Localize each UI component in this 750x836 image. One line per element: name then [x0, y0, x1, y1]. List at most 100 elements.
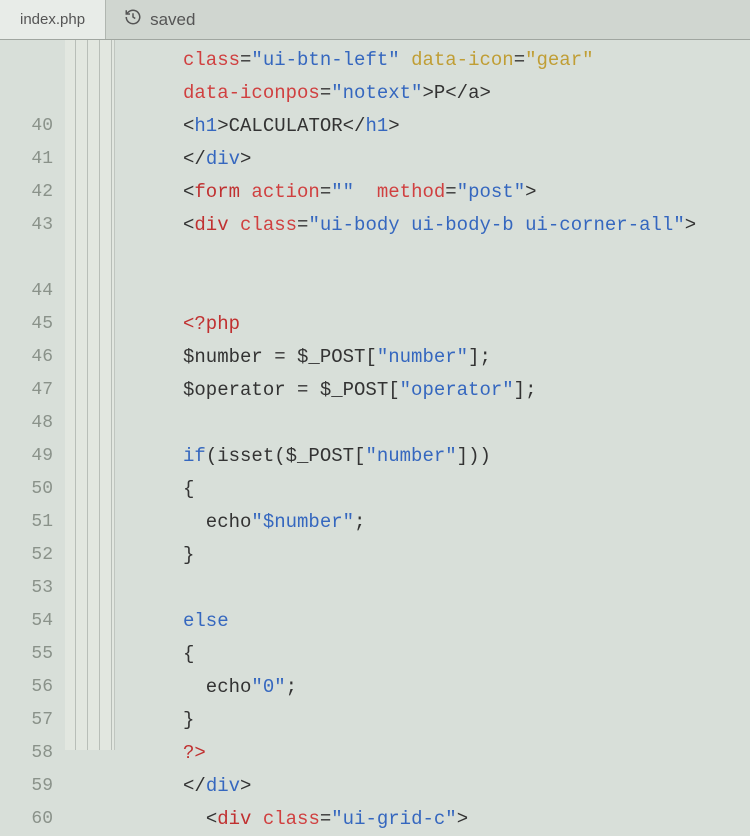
code-line[interactable]: <?php: [183, 308, 750, 341]
token: $operator = $_POST[: [183, 379, 400, 401]
code-editor[interactable]: 4041424344454647484950515253545556575859…: [0, 40, 750, 750]
code-line[interactable]: <div class="ui-grid-c">: [183, 803, 750, 836]
token: div: [194, 214, 228, 236]
line-number: [0, 77, 53, 110]
token: div: [206, 775, 240, 797]
token: >: [479, 82, 490, 104]
token: [400, 49, 411, 71]
code-line[interactable]: [183, 275, 750, 308]
token: P: [434, 82, 445, 104]
token: <?php: [183, 313, 240, 335]
line-number: 43: [0, 209, 53, 275]
token: class: [183, 49, 240, 71]
code-line[interactable]: if(isset($_POST["number"])): [183, 440, 750, 473]
token: class: [263, 808, 320, 830]
token: "post": [457, 181, 525, 203]
code-line[interactable]: $operator = $_POST["operator"];: [183, 374, 750, 407]
code-line[interactable]: </div>: [183, 143, 750, 176]
token: class: [240, 214, 297, 236]
code-line[interactable]: [183, 407, 750, 440]
code-line[interactable]: data-iconpos="notext">P</a>: [183, 77, 750, 110]
token: >: [240, 775, 251, 797]
token: =: [514, 49, 525, 71]
history-icon: [124, 8, 142, 31]
line-gutter: 4041424344454647484950515253545556575859…: [0, 40, 65, 750]
token: a: [468, 82, 479, 104]
token: </: [183, 148, 206, 170]
token: "$number": [251, 511, 354, 533]
token: CALCULATOR: [229, 115, 343, 137]
token: ];: [468, 346, 491, 368]
token: echo: [183, 511, 251, 533]
line-number: 58: [0, 737, 53, 770]
token: echo: [183, 676, 251, 698]
token: >: [388, 115, 399, 137]
token: h1: [365, 115, 388, 137]
token: =: [320, 181, 331, 203]
token: "number": [365, 445, 456, 467]
code-line[interactable]: class="ui-btn-left" data-icon="gear": [183, 44, 750, 77]
code-line[interactable]: [183, 572, 750, 605]
code-line[interactable]: <div class="ui-body ui-body-b ui-corner-…: [183, 209, 750, 275]
line-number: 51: [0, 506, 53, 539]
token: >: [525, 181, 536, 203]
code-line[interactable]: }: [183, 539, 750, 572]
token: >: [685, 214, 696, 236]
code-line[interactable]: $number = $_POST["number"];: [183, 341, 750, 374]
line-number: 46: [0, 341, 53, 374]
token: }: [183, 544, 194, 566]
token: "number": [377, 346, 468, 368]
line-number: 54: [0, 605, 53, 638]
code-line[interactable]: }: [183, 704, 750, 737]
save-status: saved: [106, 8, 213, 31]
token: "ui-body ui-body-b ui-corner-all": [308, 214, 684, 236]
line-number: [0, 44, 53, 77]
token: ])): [457, 445, 491, 467]
code-line[interactable]: echo"0";: [183, 671, 750, 704]
token: =: [320, 808, 331, 830]
code-line[interactable]: {: [183, 638, 750, 671]
token: "gear": [525, 49, 593, 71]
line-number: 53: [0, 572, 53, 605]
line-number: 41: [0, 143, 53, 176]
token: if: [183, 445, 206, 467]
tab-bar: index.php saved: [0, 0, 750, 40]
token: "ui-grid-c": [331, 808, 456, 830]
token: data-icon: [411, 49, 514, 71]
token: h1: [194, 115, 217, 137]
line-number: 57: [0, 704, 53, 737]
code-line[interactable]: ?>: [183, 737, 750, 770]
token: [251, 808, 262, 830]
code-line[interactable]: else: [183, 605, 750, 638]
token: else: [183, 610, 229, 632]
token: ;: [354, 511, 365, 533]
line-number: 49: [0, 440, 53, 473]
token: =: [320, 82, 331, 104]
line-number: 55: [0, 638, 53, 671]
token: ?>: [183, 742, 206, 764]
file-tab[interactable]: index.php: [0, 0, 106, 39]
token: </: [183, 775, 206, 797]
token: >: [217, 115, 228, 137]
token: </: [343, 115, 366, 137]
code-line[interactable]: <form action="" method="post">: [183, 176, 750, 209]
code-line[interactable]: echo"$number";: [183, 506, 750, 539]
line-number: 56: [0, 671, 53, 704]
token: >: [457, 808, 468, 830]
token: [354, 181, 377, 203]
code-line[interactable]: {: [183, 473, 750, 506]
status-label: saved: [150, 10, 195, 30]
code-line[interactable]: </div>: [183, 770, 750, 803]
code-area[interactable]: class="ui-btn-left" data-icon="gear"data…: [115, 40, 750, 750]
line-number: 42: [0, 176, 53, 209]
token: >: [240, 148, 251, 170]
token: "operator": [400, 379, 514, 401]
token: [240, 181, 251, 203]
token: [183, 808, 206, 830]
token: "0": [251, 676, 285, 698]
token: "ui-btn-left": [251, 49, 399, 71]
token: div: [217, 808, 251, 830]
code-line[interactable]: <h1>CALCULATOR</h1>: [183, 110, 750, 143]
tab-filename: index.php: [20, 11, 85, 28]
token: {: [183, 478, 194, 500]
